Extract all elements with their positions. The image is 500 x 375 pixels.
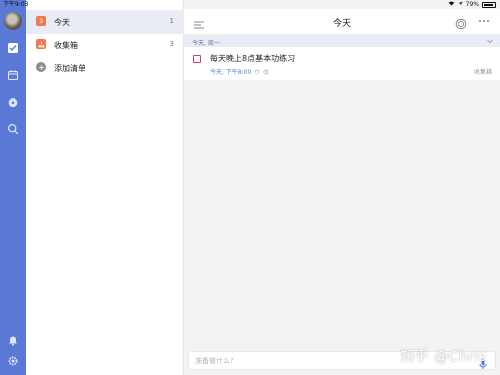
status-time: 下午9:03 (3, 1, 29, 8)
calendar-day-number: 3 (39, 17, 43, 25)
list-item-count: 3 (169, 40, 174, 48)
more-icon[interactable] (477, 15, 491, 27)
battery-percent: 79% (465, 1, 479, 8)
nav-rail (0, 0, 26, 375)
location-icon (458, 0, 463, 9)
repeat-icon (254, 69, 260, 75)
list-item-add-list[interactable]: 添加清单 (26, 56, 184, 80)
avatar[interactable] (4, 12, 22, 30)
list-item-count: 1 (169, 17, 174, 25)
list-item-label: 今天 (54, 18, 70, 27)
watermark: 知乎 @Chris (400, 349, 487, 365)
task-list-name: 收集箱 (473, 69, 492, 76)
settings-icon[interactable] (6, 354, 20, 368)
task-title[interactable]: 每天晚上8点基本功练习 (210, 53, 295, 64)
list-panel: 3 今天 1 收集箱 3 添加清单 (26, 0, 184, 375)
plus-circle-icon (36, 62, 46, 72)
section-label: 今天, 周一 (192, 40, 220, 47)
pomodoro-icon[interactable] (6, 95, 20, 109)
status-right: 79% (448, 0, 496, 9)
task-row[interactable]: 每天晚上8点基本功练习 今天, 下午8:00 收集箱 (184, 47, 500, 80)
list-item-label: 添加清单 (54, 64, 86, 73)
list-item-label: 收集箱 (54, 41, 78, 50)
task-checkbox[interactable] (193, 55, 201, 63)
checkbox-icon[interactable] (6, 41, 20, 55)
calendar-day-icon: 3 (36, 16, 46, 26)
calendar-icon[interactable] (6, 68, 20, 82)
task-meta: 今天, 下午8:00 (210, 67, 269, 76)
reminder-icon (263, 69, 269, 75)
inbox-icon (36, 39, 46, 49)
bell-icon[interactable] (6, 333, 20, 347)
wifi-icon (448, 0, 455, 9)
status-bar: 下午9:03 79% (0, 0, 500, 9)
chevron-down-icon[interactable] (486, 37, 494, 45)
search-icon[interactable] (6, 122, 20, 136)
focus-icon[interactable] (455, 15, 467, 30)
section-header[interactable]: 今天, 周一 (184, 35, 500, 47)
main-panel: 今天 今天, 周一 每天晚上8点基本功练习 今天, 下午8:00 收集箱 (184, 0, 500, 375)
battery-icon (482, 1, 496, 8)
list-item-inbox[interactable]: 收集箱 3 (26, 33, 184, 57)
task-time: 今天, 下午8:00 (210, 69, 252, 76)
page-title: 今天 (332, 19, 351, 29)
header: 今天 (184, 9, 500, 35)
list-item-today[interactable]: 3 今天 1 (26, 10, 184, 34)
